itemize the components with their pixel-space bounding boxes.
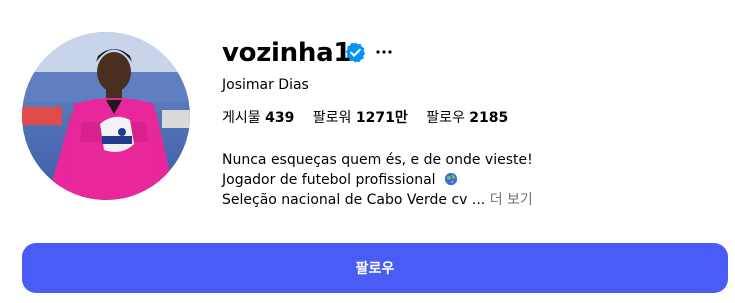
profile-username: vozinha1 — [222, 38, 352, 68]
bio-line-1: Nunca esqueças quem és, e de onde vieste… — [222, 152, 533, 168]
follow-button[interactable]: 팔로우 — [22, 243, 728, 293]
verified-badge-icon — [345, 42, 366, 63]
bio-line-3-text: Seleção nacional de Cabo Verde cv ... — [222, 192, 486, 208]
stat-posts[interactable]: 게시물 439 — [222, 110, 299, 126]
avatar-photo — [22, 32, 190, 200]
stat-followers-value: 1271만 — [355, 110, 408, 126]
profile-stats: 게시물 439 팔로워 1271만 팔로우 2185 — [222, 108, 522, 128]
profile-full-name: Josimar Dias — [222, 77, 309, 93]
bio-line-2-text: Jogador de futebol profissional — [222, 172, 436, 188]
profile-bio: Nunca esqueças quem és, e de onde vieste… — [222, 150, 702, 210]
stat-posts-value: 439 — [265, 110, 295, 126]
stat-posts-label: 게시물 — [222, 110, 261, 126]
stat-following-label: 팔로우 — [426, 110, 465, 126]
profile-avatar[interactable] — [22, 32, 190, 200]
bio-more-link[interactable]: 더 보기 — [490, 192, 533, 208]
more-options-icon[interactable] — [374, 42, 394, 62]
stat-following-value: 2185 — [469, 110, 509, 126]
stat-following[interactable]: 팔로우 2185 — [426, 110, 508, 126]
stat-followers[interactable]: 팔로워 1271만 — [313, 110, 412, 126]
stat-followers-label: 팔로워 — [312, 110, 352, 126]
bio-line-2: Jogador de futebol profissional — [222, 170, 702, 190]
bio-line-3: Seleção nacional de Cabo Verde cv ... 더 … — [222, 190, 702, 210]
globe-icon — [444, 172, 458, 186]
